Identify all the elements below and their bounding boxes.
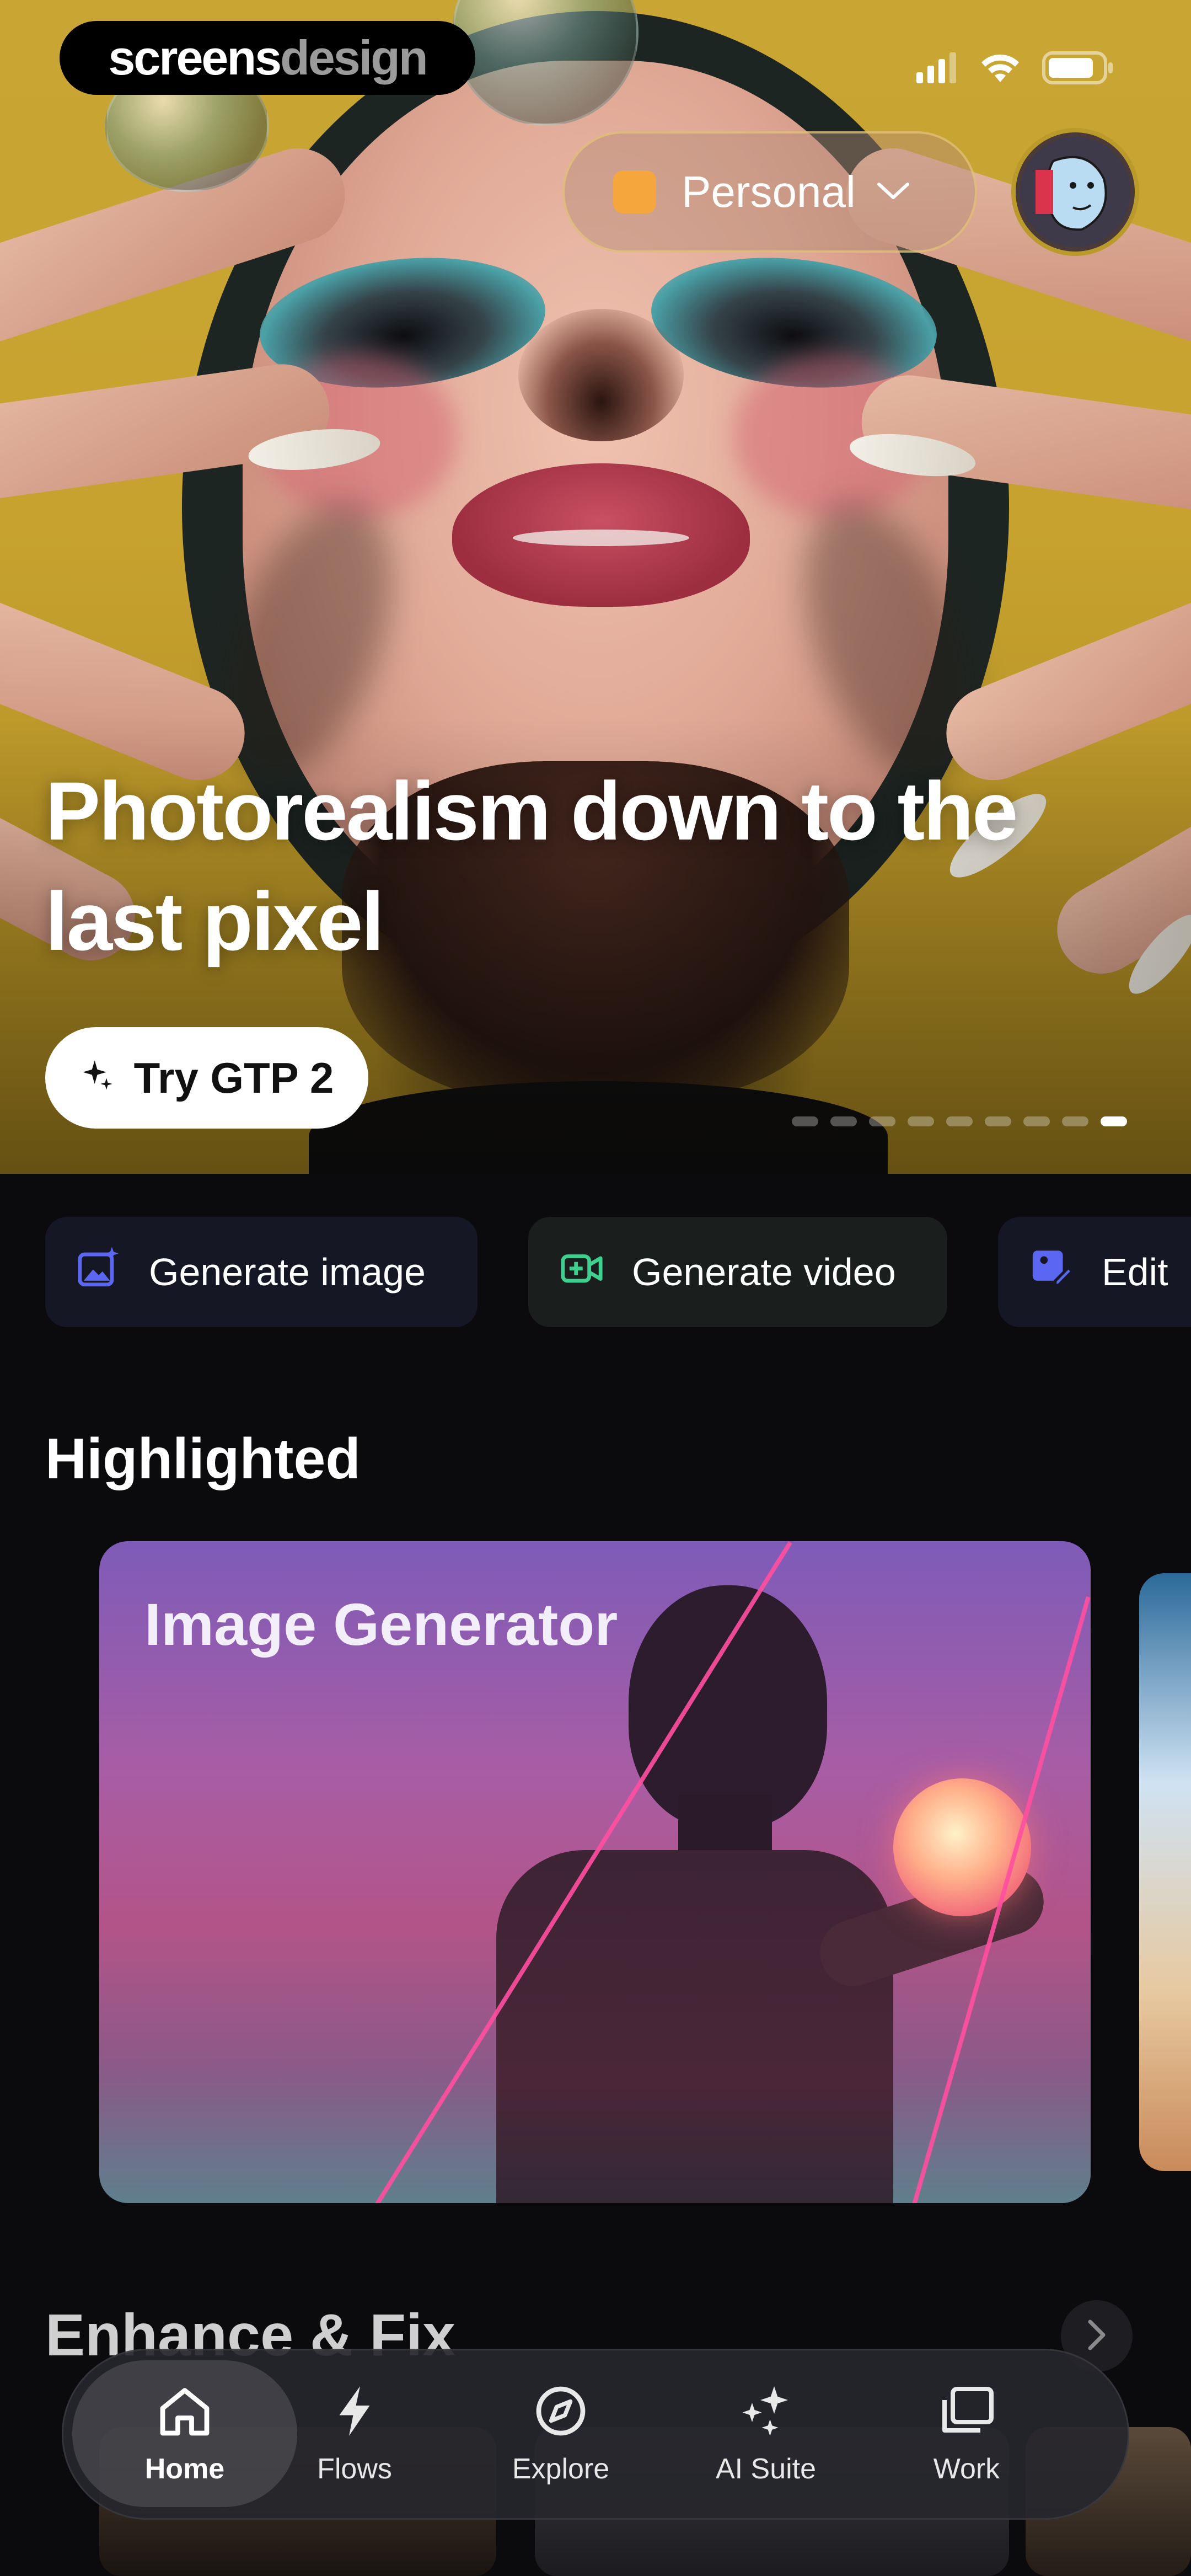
hero-title: Photorealism down to the last pixel <box>45 765 1018 968</box>
card-title: Image Generator <box>144 1591 618 1658</box>
carousel-dot[interactable] <box>792 1116 818 1126</box>
tab-work-label: Work <box>933 2452 1000 2485</box>
edit-label: Edit <box>1102 1250 1168 1294</box>
lightning-icon <box>332 2383 377 2441</box>
edit-image-icon <box>1029 1245 1075 1299</box>
carousel-dot[interactable] <box>1023 1116 1050 1126</box>
workspace-color-swatch <box>613 170 656 213</box>
section-title-highlighted: Highlighted <box>45 1427 361 1491</box>
wifi-icon <box>979 52 1021 86</box>
tab-explore-label: Explore <box>512 2452 610 2485</box>
tab-ai-suite-label: AI Suite <box>715 2452 817 2485</box>
try-gtp-button[interactable]: Try GTP 2 <box>45 1027 368 1129</box>
carousel-dot[interactable] <box>946 1116 973 1126</box>
generate-video-button[interactable]: Generate video <box>528 1217 947 1327</box>
tab-ai-suite[interactable]: AI Suite <box>667 2350 865 2518</box>
brand-part1: screens <box>108 30 282 85</box>
sparkle-icon <box>80 1053 115 1103</box>
carousel-dot[interactable] <box>1062 1116 1088 1126</box>
workspace-selector[interactable]: Personal <box>562 131 977 253</box>
carousel-dots[interactable] <box>792 1116 1127 1127</box>
glowing-orb <box>893 1778 1031 1916</box>
generate-image-button[interactable]: Generate image <box>45 1217 478 1327</box>
tab-home-label: Home <box>144 2452 225 2485</box>
figure-head <box>629 1585 827 1828</box>
figure-body <box>496 1850 893 2203</box>
generate-video-label: Generate video <box>632 1250 896 1294</box>
avatar-face-icon <box>1020 137 1130 247</box>
chevron-down-icon <box>876 180 911 205</box>
tab-flows[interactable]: Flows <box>255 2350 454 2518</box>
edit-button[interactable]: Edit <box>998 1217 1191 1327</box>
image-generator-card[interactable]: Image Generator <box>99 1541 1091 2203</box>
try-gtp-label: Try GTP 2 <box>133 1053 334 1102</box>
carousel-dot-active[interactable] <box>1101 1116 1127 1126</box>
carousel-dot[interactable] <box>985 1116 1011 1126</box>
brand-part2: design <box>280 30 428 85</box>
compass-icon <box>533 2383 588 2441</box>
carousel-dot[interactable] <box>908 1116 934 1126</box>
next-card-preview[interactable] <box>1139 1573 1191 2171</box>
home-icon <box>154 2383 215 2441</box>
battery-icon <box>1042 51 1114 87</box>
carousel-dot[interactable] <box>869 1116 895 1126</box>
signal-icon <box>916 52 958 86</box>
chevron-right-icon <box>1086 2318 1108 2354</box>
teeth-shape <box>513 530 689 546</box>
status-bar-icons <box>916 50 1114 88</box>
avatar[interactable] <box>1011 128 1139 256</box>
nose-shape <box>518 309 684 441</box>
tab-explore[interactable]: Explore <box>462 2350 660 2518</box>
workspace-label: Personal <box>682 167 856 216</box>
video-camera-icon <box>559 1245 604 1299</box>
brand-logo: screens design <box>60 21 475 95</box>
tab-work[interactable]: Work <box>867 2350 1066 2518</box>
bottom-tab-bar: Home Flows Explore AI Suite Work <box>62 2349 1129 2520</box>
sparkles-icon <box>736 2383 796 2441</box>
stacked-images-icon <box>936 2383 997 2441</box>
generate-image-label: Generate image <box>149 1250 426 1294</box>
image-sparkle-icon <box>76 1245 121 1299</box>
carousel-dot[interactable] <box>830 1116 857 1126</box>
tab-flows-label: Flows <box>317 2452 392 2485</box>
